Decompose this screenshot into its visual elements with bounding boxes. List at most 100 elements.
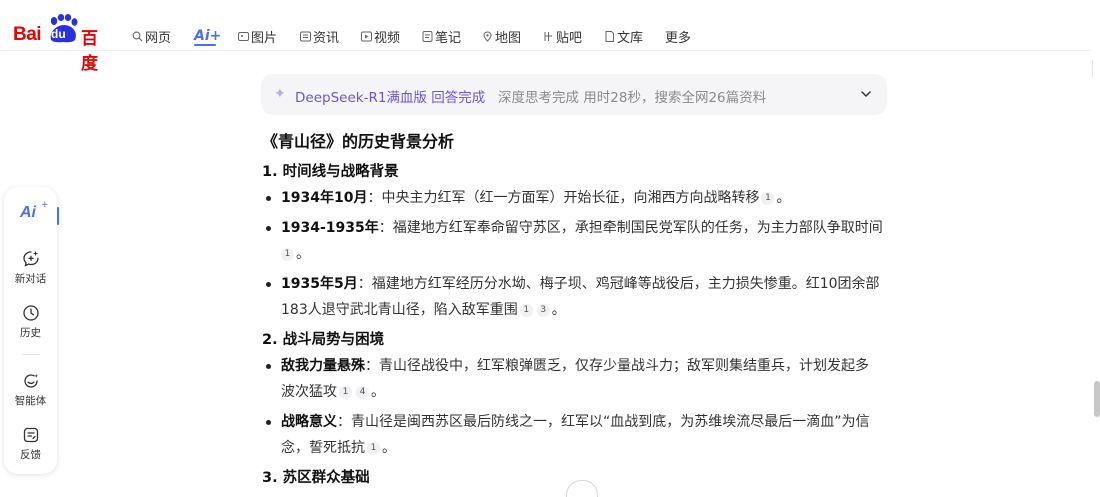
tab-more-label: 更多 <box>665 30 692 46</box>
feedback-icon <box>23 427 38 443</box>
agent-icon <box>23 374 38 388</box>
list-item-text: ：青山径战役中，红军粮弹匮乏，仅存少量战斗力；敌军则集结重兵，计划发起多 <box>365 358 869 374</box>
list-item-line: 波次猛攻 1 4。 <box>281 382 385 402</box>
sparkle-icon: ✦ <box>274 86 286 102</box>
tab-map-label: 地图 <box>495 30 522 46</box>
list-item-line: 1934年10月：中央主力红军（红一方面军）开始长征，向湘西方向战略转移 1。 <box>281 188 790 208</box>
list-item-line: 183人退守武北青山径，陷入敌军重围 1 3。 <box>281 300 566 320</box>
new-chat-label: 新对话 <box>14 273 47 285</box>
list-item-tail: 。 <box>776 190 791 206</box>
tieba-icon <box>543 31 554 42</box>
list-item-text: ：福建地方红军经历分水坳、梅子坝、鸡冠峰等战役后，主力损失惨重。红10团余部 <box>357 276 880 292</box>
thinking-meta-text: 深度思考完成 用时28秒，搜索全网26篇资料 <box>498 90 767 106</box>
scrollbar-thumb[interactable] <box>1094 381 1100 417</box>
list-item-tail: 。 <box>371 384 385 400</box>
sidebar-divider <box>22 354 40 355</box>
section-heading: 3. 苏区群众基础 <box>262 470 370 486</box>
list-item-line: 1935年5月：福建地方红军经历分水坳、梅子坝、鸡冠峰等战役后，主力损失惨重。红… <box>281 274 880 294</box>
section-heading: 1. 时间线与战略背景 <box>262 164 399 180</box>
bullet-dot <box>266 282 271 287</box>
tab-video-label: 视频 <box>374 30 401 46</box>
history-clock-icon <box>22 305 39 321</box>
citation-badge[interactable]: 1 <box>519 304 533 317</box>
tab-library-label: 文库 <box>617 30 644 46</box>
feedback-label: 反馈 <box>20 449 41 461</box>
agents-label: 智能体 <box>14 395 47 407</box>
image-icon <box>238 31 249 42</box>
new-chat-button[interactable]: 新对话 <box>4 250 57 286</box>
tab-tieba[interactable]: 贴吧 <box>543 27 583 46</box>
tab-images-label: 图片 <box>251 30 278 46</box>
video-icon <box>361 31 372 42</box>
list-item-text: ：青山径是闽西苏区最后防线之一，红军以“血战到底，为苏维埃流尽最后一滴血”为信 <box>337 414 870 430</box>
list-item-line: 念，誓死抵抗 1。 <box>281 438 396 458</box>
page-scrollbar[interactable] <box>1091 50 1100 489</box>
tab-web[interactable]: 网页 <box>132 27 172 46</box>
list-item-text: 念，誓死抵抗 <box>281 440 365 456</box>
bullet-dot <box>266 420 271 425</box>
citation-badge[interactable]: 3 <box>536 304 550 317</box>
citation-badge[interactable]: 1 <box>761 192 775 205</box>
note-icon <box>422 30 433 42</box>
map-icon <box>482 30 493 42</box>
tab-notes[interactable]: 笔记 <box>422 27 462 46</box>
list-item-line: 1934-1935年：福建地方红军奉命留守苏区，承担牵制国民党军队的任务，为主力… <box>281 218 883 238</box>
list-item-term: 1935年5月 <box>281 276 358 292</box>
list-item-tail: 。 <box>551 302 566 318</box>
list-item-line: 敌我力量悬殊：青山径战役中，红军粮弹匮乏，仅存少量战斗力；敌军则集结重兵，计划发… <box>281 356 869 376</box>
tab-web-label: 网页 <box>145 30 172 46</box>
logo-text-du: du <box>51 27 66 41</box>
logo-text-cn: 百度 <box>81 29 98 74</box>
active-tab-underline <box>194 44 216 46</box>
chevron-down-icon[interactable] <box>860 88 872 100</box>
citation-badge[interactable]: 1 <box>367 442 380 455</box>
tab-news[interactable]: 资讯 <box>300 27 340 46</box>
list-item-term: 1934年10月 <box>281 190 368 206</box>
scrollbar-track-mark <box>1092 60 1093 78</box>
section-heading: 2. 战斗局势与困境 <box>262 332 385 348</box>
answer-title: 《青山径》的历史背景分析 <box>262 132 455 151</box>
bullet-dot <box>266 226 271 231</box>
tab-news-label: 资讯 <box>313 30 340 46</box>
agents-button[interactable]: 智能体 <box>4 372 57 408</box>
logo-text-latin: Bai <box>13 24 42 45</box>
list-item-line: 战略意义：青山径是闽西苏区最后防线之一，红军以“血战到底，为苏维埃流尽最后一滴血… <box>281 412 870 432</box>
ai-sparkle-icon: + <box>41 200 49 210</box>
citation-badge[interactable]: 1 <box>339 386 352 399</box>
search-icon <box>132 31 143 42</box>
citation-badge[interactable]: 1 <box>281 248 294 261</box>
feedback-button[interactable]: 反馈 <box>4 426 57 462</box>
top-navigation-bar: Bai du 百度 网页 Ai+ 图片 资讯 视频 笔记 地图 贴吧 文库 更多 <box>0 0 1100 74</box>
tab-more[interactable]: 更多 <box>665 27 692 46</box>
history-label: 历史 <box>20 327 41 339</box>
bullet-dot <box>266 196 271 201</box>
tab-video[interactable]: 视频 <box>361 27 401 46</box>
library-icon <box>604 30 615 42</box>
list-item-tail: 。 <box>296 246 310 262</box>
citation-badge[interactable]: 4 <box>356 386 369 399</box>
list-item-term: 敌我力量悬殊 <box>281 358 365 374</box>
tab-notes-label: 笔记 <box>435 30 462 46</box>
list-item-text: 波次猛攻 <box>281 384 337 400</box>
ai-side-toolbar: Ai + 新对话 历史 智能体 反馈 <box>4 187 59 474</box>
list-item-text: 183人退守武北青山径，陷入敌军重围 <box>281 302 518 318</box>
list-item-term: 战略意义 <box>281 414 337 430</box>
reasoning-status-bar[interactable]: ✦ DeepSeek-R1满血版 回答完成 深度思考完成 用时28秒，搜索全网2… <box>261 74 887 115</box>
tab-library[interactable]: 文库 <box>604 27 644 46</box>
list-item-tail: 。 <box>382 440 396 456</box>
tab-tieba-label: 贴吧 <box>556 30 583 46</box>
news-icon <box>300 31 311 42</box>
new-chat-icon <box>22 251 39 267</box>
list-item-line: 1。 <box>281 244 310 264</box>
model-status-text: DeepSeek-R1满血版 回答完成 <box>295 90 486 106</box>
tab-ai-plus[interactable]: Ai+ <box>194 27 221 45</box>
list-item-term: 1934-1935年 <box>281 220 379 236</box>
history-button[interactable]: 历史 <box>4 304 57 340</box>
list-item-text: ：中央主力红军（红一方面军）开始长征，向湘西方向战略转移 <box>367 190 760 206</box>
list-item-text: ：福建地方红军奉命留守苏区，承担牵制国民党军队的任务，为主力部队争取时间 <box>378 220 883 236</box>
tab-map[interactable]: 地图 <box>482 27 522 46</box>
tab-images[interactable]: 图片 <box>238 27 278 46</box>
active-indicator <box>57 207 59 225</box>
tab-ai-plus-label: Ai+ <box>194 28 222 44</box>
ai-logo[interactable]: Ai <box>20 204 36 222</box>
